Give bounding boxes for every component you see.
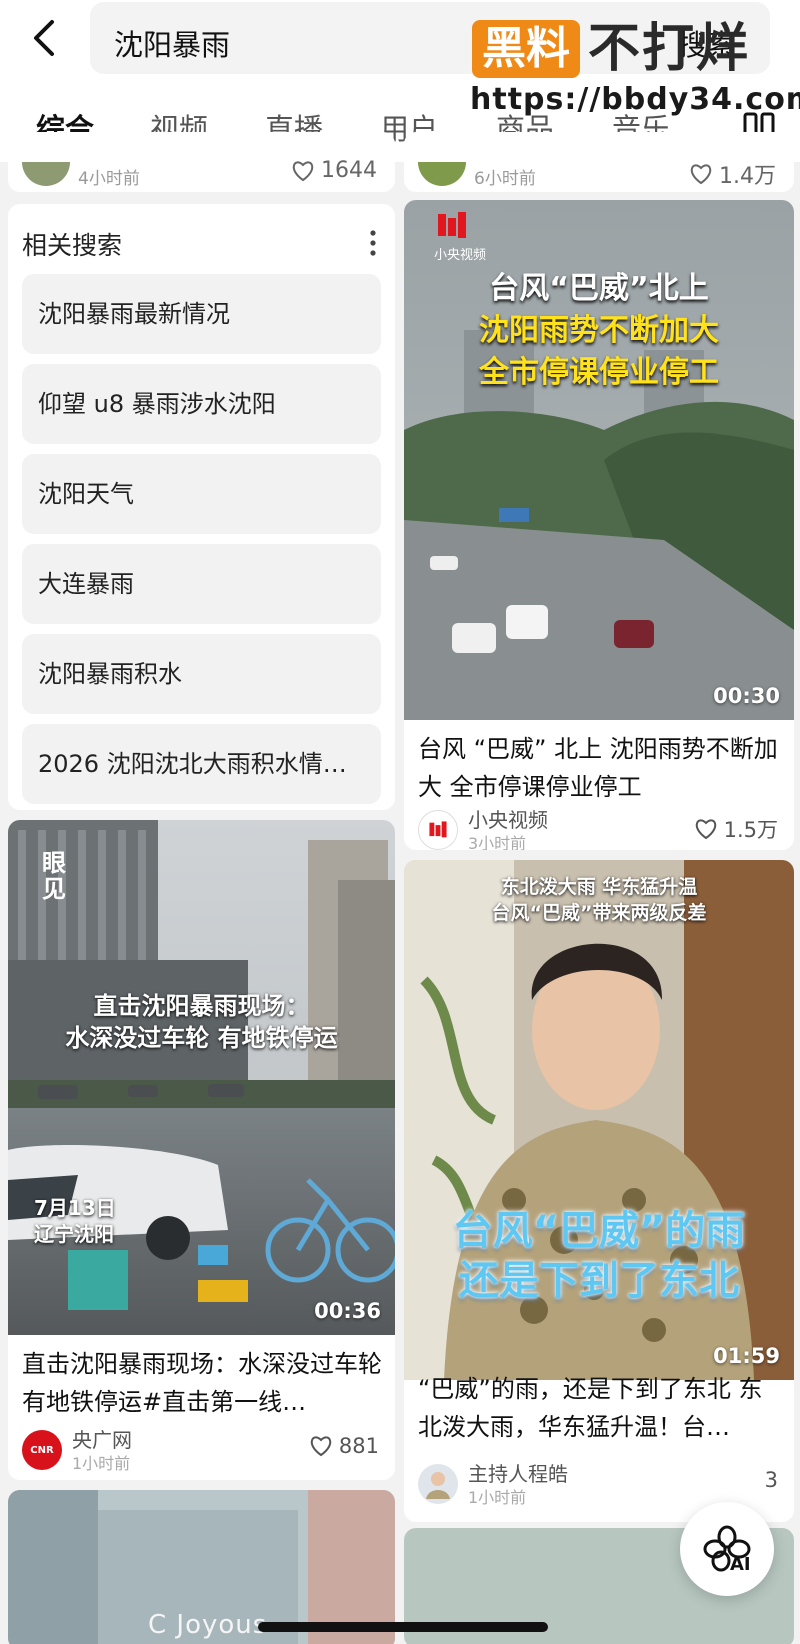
heart-icon xyxy=(310,1436,332,1457)
related-searches-title: 相关搜索 xyxy=(22,231,123,260)
red-logo-icon xyxy=(429,821,447,838)
search-query: 沈阳暴雨 xyxy=(114,28,231,62)
feed-card-partial[interactable]: 4小时前 1644 xyxy=(8,132,395,192)
post-time: 4小时前 xyxy=(78,169,140,189)
video-thumbnail[interactable]: 眼见 直击沈阳暴雨现场： 水深没过车轮 有地铁停运 7月13日 辽宁沈阳 00:… xyxy=(8,820,395,1335)
post-time: 1小时前 xyxy=(72,1454,131,1473)
video-title[interactable]: 台风 “巴威” 北上 沈阳雨势不断加大 全市停课停业停工 xyxy=(418,730,782,806)
like-button[interactable]: 881 xyxy=(309,1434,379,1458)
video-thumbnail[interactable]: 东北泼大雨 华东猛升温 台风“巴威”带来两级反差 台风“巴威”的雨 还是下到了东… xyxy=(404,860,794,1380)
heart-icon xyxy=(690,164,712,185)
post-time: 3小时前 xyxy=(468,834,527,850)
like-button[interactable]: 1.5万 xyxy=(694,814,778,844)
related-search-item[interactable]: 沈阳天气 xyxy=(22,454,381,534)
video-card-flood[interactable]: 眼见 直击沈阳暴雨现场： 水深没过车轮 有地铁停运 7月13日 辽宁沈阳 00:… xyxy=(8,820,395,1480)
heart-icon xyxy=(292,160,314,181)
ai-assistant-button[interactable]: AI xyxy=(680,1502,774,1596)
video-thumbnail[interactable]: 小央视频 台风“巴威”北上 沈阳雨势不断加大 全市停课停业停工 00:30 xyxy=(404,200,794,720)
video-title[interactable]: “巴威”的雨，还是下到了东北 东北泼大雨，华东猛升温！台… xyxy=(418,1370,782,1446)
chevron-left-icon xyxy=(34,20,54,56)
channel-logo: 小央视频 xyxy=(434,212,494,263)
like-count[interactable]: 1644 xyxy=(291,158,377,183)
like-button[interactable]: 3 xyxy=(765,1468,778,1492)
post-time: 6小时前 xyxy=(474,169,536,189)
heart-icon xyxy=(695,819,716,840)
thumbnail-caption-big: 台风“巴威”的雨 还是下到了东北 xyxy=(452,1208,746,1304)
home-indicator[interactable] xyxy=(258,1622,548,1632)
back-button[interactable] xyxy=(22,16,66,60)
thumbnail-caption-top: 东北泼大雨 华东猛升温 台风“巴威”带来两级反差 xyxy=(491,876,707,924)
related-search-item[interactable]: 2026 沈阳沈北大雨积水情… xyxy=(22,724,381,804)
feed-card-partial[interactable]: 6小时前 1.4万 xyxy=(404,132,794,192)
watermark-badge: 黑料 xyxy=(472,20,580,78)
video-duration: 00:36 xyxy=(314,1299,381,1323)
avatar xyxy=(418,162,466,186)
watermark-text: 不打烊 xyxy=(588,19,751,79)
video-title[interactable]: 直击沈阳暴雨现场：水深没过车轮 有地铁停运#直击第一线… xyxy=(22,1345,382,1421)
video-duration: 01:59 xyxy=(713,1344,780,1368)
related-search-item[interactable]: 沈阳暴雨积水 xyxy=(22,634,381,714)
author-name[interactable]: 央广网 xyxy=(72,1424,132,1453)
thumbnail-date: 7月13日 辽宁沈阳 xyxy=(34,1196,116,1246)
author-avatar[interactable] xyxy=(418,810,458,850)
related-searches-card: 相关搜索 沈阳暴雨最新情况 仰望 u8 暴雨涉水沈阳 沈阳天气 大连暴雨 沈阳暴… xyxy=(8,204,395,810)
related-search-item[interactable]: 大连暴雨 xyxy=(22,544,381,624)
video-card-typhoon[interactable]: 小央视频 台风“巴威”北上 沈阳雨势不断加大 全市停课停业停工 00:30 台风… xyxy=(404,200,794,850)
related-search-item[interactable]: 仰望 u8 暴雨涉水沈阳 xyxy=(22,364,381,444)
video-duration: 00:30 xyxy=(713,684,780,708)
more-options-icon[interactable] xyxy=(367,228,379,258)
author-avatar[interactable] xyxy=(418,1464,458,1504)
video-card-partial[interactable]: C Joyous xyxy=(8,1490,395,1644)
channel-logo: 眼见 xyxy=(42,849,66,903)
video-card-host[interactable]: 东北泼大雨 华东猛升温 台风“巴威”带来两级反差 台风“巴威”的雨 还是下到了东… xyxy=(404,860,794,1522)
red-logo-icon xyxy=(438,212,466,238)
related-search-item[interactable]: 沈阳暴雨最新情况 xyxy=(22,274,381,354)
ai-label: AI xyxy=(730,1554,751,1575)
store-sign: C Joyous xyxy=(148,1610,268,1640)
author-name[interactable]: 小央视频 xyxy=(468,804,548,833)
author-name[interactable]: 主持人程皓 xyxy=(468,1458,568,1487)
thumbnail-caption: 直击沈阳暴雨现场： 水深没过车轮 有地铁停运 xyxy=(65,992,338,1052)
thumbnail-caption: 台风“巴威”北上 沈阳雨势不断加大 全市停课停业停工 xyxy=(479,271,719,390)
person-icon xyxy=(426,1472,450,1499)
author-avatar[interactable]: CNR xyxy=(22,1430,62,1470)
like-count[interactable]: 1.4万 xyxy=(689,158,776,190)
post-time: 1小时前 xyxy=(468,1488,527,1507)
avatar xyxy=(22,162,70,186)
